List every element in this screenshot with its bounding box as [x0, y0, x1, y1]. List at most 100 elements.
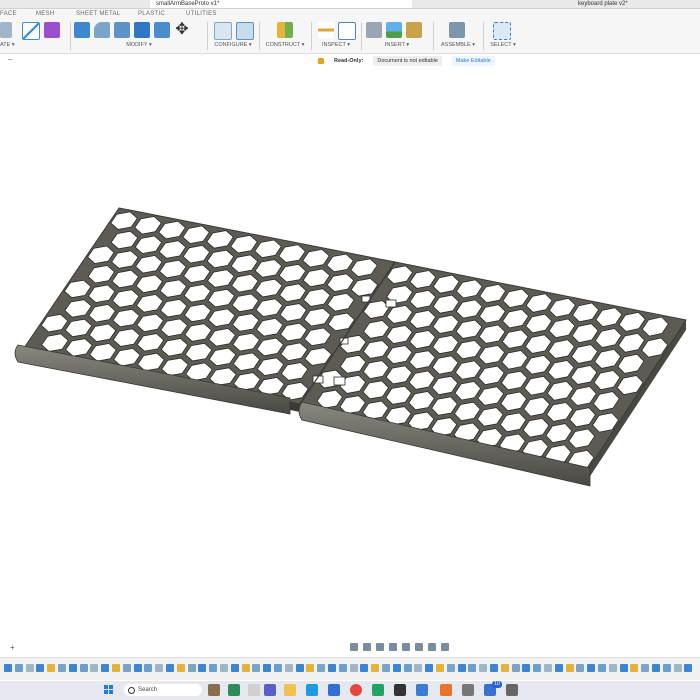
insert-image-icon[interactable] — [386, 22, 402, 38]
combine-icon[interactable] — [134, 22, 150, 38]
app-icon-5[interactable] — [462, 684, 474, 696]
insert-derive-icon[interactable] — [366, 22, 382, 38]
tab-plastic[interactable]: PLASTIC — [138, 11, 165, 17]
construct-group-label[interactable]: CONSTRUCT ▾ — [262, 42, 308, 48]
press-pull-icon[interactable] — [74, 22, 90, 38]
taskbar-search[interactable]: Search — [124, 684, 202, 696]
look-at-icon[interactable] — [363, 643, 371, 651]
other-document-tab[interactable]: keyboard plate v2* — [578, 0, 628, 8]
fusion-icon[interactable] — [440, 684, 452, 696]
timeline-feature-icon[interactable] — [166, 664, 174, 672]
store-icon[interactable] — [328, 684, 340, 696]
timeline-feature-icon[interactable] — [306, 664, 315, 672]
browser-collapse-icon[interactable]: – — [8, 55, 12, 64]
timeline-feature-icon[interactable] — [446, 664, 455, 672]
viewports-icon[interactable] — [441, 643, 449, 651]
timeline-feature-icon[interactable] — [360, 664, 369, 672]
tab-sheet-metal[interactable]: SHEET METAL — [76, 11, 120, 17]
timeline-feature-icon[interactable] — [479, 664, 488, 672]
new-component-icon[interactable] — [449, 22, 465, 38]
make-editable-button[interactable]: Make Editable — [451, 55, 495, 66]
configure-table-icon[interactable] — [214, 22, 232, 40]
configure-rule-icon[interactable] — [236, 22, 254, 40]
timeline-feature-icon[interactable] — [403, 664, 412, 672]
form-icon[interactable] — [44, 22, 60, 38]
timeline-feature-icon[interactable] — [14, 664, 23, 672]
timeline-feature-icon[interactable] — [198, 664, 207, 672]
timeline-feature-icon[interactable] — [619, 664, 628, 672]
timeline-feature-icon[interactable] — [522, 664, 531, 672]
tab-face[interactable]: FACE — [0, 11, 17, 17]
timeline-feature-icon[interactable] — [209, 664, 218, 672]
fit-icon[interactable] — [402, 643, 410, 651]
timeline-feature-icon[interactable] — [79, 664, 88, 672]
measure-icon[interactable] — [318, 22, 334, 38]
timeline-feature-icon[interactable] — [349, 664, 358, 672]
timeline-feature-icon[interactable] — [684, 664, 693, 672]
edge-icon[interactable] — [306, 684, 318, 696]
create-group-label[interactable]: ATE ▾ — [0, 42, 24, 48]
tab-mesh[interactable]: MESH — [36, 11, 55, 17]
timeline-feature-icon[interactable] — [90, 664, 99, 672]
timeline-feature-icon[interactable] — [328, 664, 336, 672]
offset-plane-icon[interactable] — [277, 22, 293, 38]
add-icon[interactable]: + — [10, 643, 15, 652]
pan-icon[interactable] — [376, 643, 384, 651]
timeline-feature-icon[interactable] — [4, 664, 12, 672]
timeline-feature-icon[interactable] — [565, 664, 574, 672]
timeline-feature-icon[interactable] — [25, 664, 34, 672]
teams-icon[interactable] — [264, 684, 276, 696]
timeline-feature-icon[interactable] — [544, 664, 552, 672]
timeline-feature-icon[interactable] — [112, 664, 120, 672]
timeline-feature-icon[interactable] — [68, 664, 77, 672]
timeline-feature-icon[interactable] — [414, 664, 423, 672]
file-explorer-icon[interactable] — [284, 684, 296, 696]
inspect-group-label[interactable]: INSPECT ▾ — [314, 42, 358, 48]
timeline-feature-icon[interactable] — [241, 664, 250, 672]
timeline-feature-icon[interactable] — [155, 664, 164, 672]
app-icon-3[interactable] — [394, 684, 406, 696]
display-settings-icon[interactable] — [415, 643, 423, 651]
windows-start-icon[interactable] — [104, 685, 114, 695]
select-group-label[interactable]: SELECT ▾ — [486, 42, 520, 48]
orbit-icon[interactable] — [350, 643, 358, 651]
timeline-feature-icon[interactable] — [652, 664, 660, 672]
timeline-feature-icon[interactable] — [425, 664, 434, 672]
app-icon[interactable] — [248, 684, 260, 696]
timeline-feature-icon[interactable] — [554, 664, 563, 672]
timeline-feature-icon[interactable] — [47, 664, 56, 672]
timeline-feature-icon[interactable] — [101, 664, 110, 672]
timeline-feature-icon[interactable] — [641, 664, 650, 672]
viewport-canvas[interactable] — [0, 66, 700, 640]
align-icon[interactable] — [154, 22, 170, 38]
timeline-feature-icon[interactable] — [133, 664, 142, 672]
app-icon-7[interactable] — [506, 684, 518, 696]
sketch-line-icon[interactable] — [22, 22, 40, 40]
sketch-icon[interactable] — [0, 22, 12, 38]
timeline-feature-icon[interactable] — [457, 664, 466, 672]
timeline-feature-icon[interactable] — [317, 664, 326, 672]
active-document-tab[interactable]: smallArmBaseProto v1* — [150, 0, 412, 8]
configure-group-label[interactable]: CONFIGURE ▾ — [210, 42, 256, 48]
insert-mesh-icon[interactable] — [406, 22, 422, 38]
tab-utilities[interactable]: UTILITIES — [186, 11, 217, 17]
timeline-feature-icon[interactable] — [220, 664, 228, 672]
app-icon-2[interactable] — [372, 684, 384, 696]
timeline-feature-icon[interactable] — [144, 664, 153, 672]
timeline-feature-icon[interactable] — [587, 664, 596, 672]
timeline-feature-icon[interactable] — [230, 664, 239, 672]
timeline-feature-icon[interactable] — [511, 664, 520, 672]
timeline-feature-icon[interactable] — [187, 664, 196, 672]
timeline-feature-icon[interactable] — [468, 664, 477, 672]
grid-settings-icon[interactable] — [428, 643, 436, 651]
timeline-feature-icon[interactable] — [436, 664, 444, 672]
timeline-feature-icon[interactable] — [392, 664, 401, 672]
timeline-feature-icon[interactable] — [122, 664, 131, 672]
modify-group-label[interactable]: MODIFY ▾ — [74, 42, 204, 48]
select-icon[interactable] — [493, 22, 511, 40]
timeline-feature-icon[interactable] — [608, 664, 617, 672]
timeline-feature-icon[interactable] — [598, 664, 606, 672]
timeline-feature-icon[interactable] — [673, 664, 682, 672]
timeline-feature-icon[interactable] — [500, 664, 509, 672]
task-view-icon[interactable] — [208, 684, 220, 696]
